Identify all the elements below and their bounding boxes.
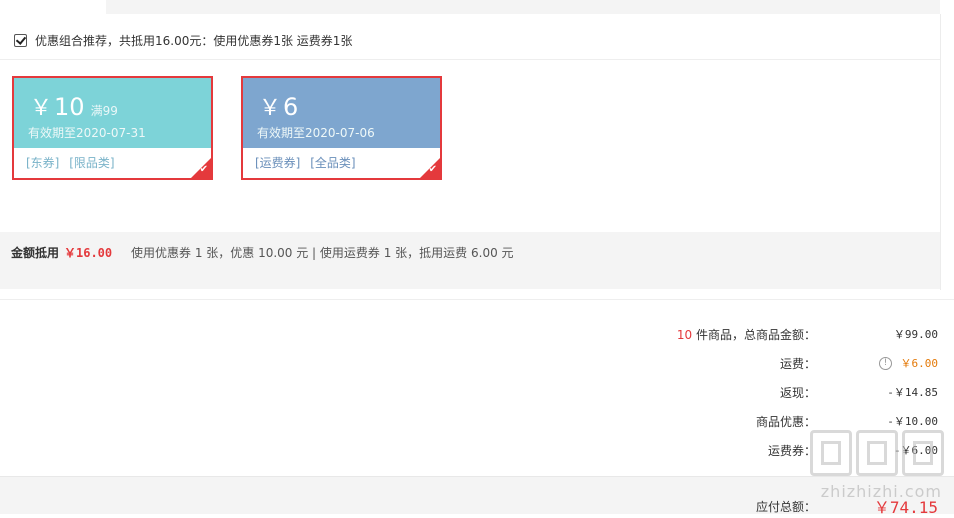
coupon-validity: 有效期至2020-07-31 — [28, 126, 146, 140]
coupon-tag: [全品类] — [310, 156, 356, 170]
coupon-amount: ￥ 6 — [259, 90, 298, 122]
total-row-items: 10 件商品，总商品金额： ￥99.00 — [0, 326, 954, 342]
total-row-discount: 商品优惠： -￥10.00 — [0, 413, 954, 429]
total-row-cashback: 返现： -￥14.85 — [0, 384, 954, 400]
coupon-tag: [东券] — [26, 156, 60, 170]
coupon-card-1[interactable]: ￥ 10 满99 有效期至2020-07-31 [东券] [限品类] ✔ — [12, 76, 213, 180]
coupon-condition: 满99 — [90, 104, 118, 118]
shipping-label: 运费： — [779, 357, 816, 371]
info-icon[interactable]: ! — [879, 357, 892, 370]
payable-label: 应付总额： — [755, 500, 816, 514]
currency-symbol: ￥ — [259, 96, 282, 121]
check-icon: ✔ — [428, 164, 437, 175]
currency-symbol: ￥ — [30, 96, 53, 121]
coupon-value: 10 — [54, 93, 85, 121]
divider — [0, 59, 940, 60]
items-count: 10 — [676, 328, 693, 342]
coupon-card-2[interactable]: ￥ 6 有效期至2020-07-06 [运费券] [全品类] ✔ — [241, 76, 442, 180]
watermark-glyph — [902, 430, 944, 476]
watermark-glyph — [810, 430, 852, 476]
coupon-tag: [限品类] — [69, 156, 115, 170]
summary-detail: 使用优惠券 1 张，优惠 10.00 元 | 使用运费券 1 张，抵用运费 6.… — [131, 246, 514, 260]
combo-recommendation[interactable]: 优惠组合推荐，共抵用16.00元：使用优惠券1张 运费券1张 — [14, 30, 352, 50]
cashback-label: 返现： — [779, 386, 816, 400]
shipping-value: ￥6.00 — [900, 357, 939, 370]
items-label: 10 件商品，总商品金额： — [677, 326, 816, 343]
combo-checkbox[interactable] — [14, 33, 27, 47]
watermark: zhizhizhi.com — [810, 430, 946, 513]
discount-summary: 金额抵用 ￥16.00 使用优惠券 1 张，优惠 10.00 元 | 使用运费券… — [0, 232, 940, 289]
coupon-tags: [东券] [限品类] — [26, 154, 121, 171]
total-row-shipping: 运费： ! ￥6.00 — [0, 355, 954, 371]
cashback-value: -￥14.85 — [887, 386, 938, 399]
summary-amount: ￥16.00 — [64, 246, 113, 260]
watermark-text: zhizhizhi.com — [820, 482, 942, 501]
discount-label: 商品优惠： — [755, 415, 816, 429]
coupon-value: 6 — [283, 93, 299, 121]
summary-label: 金额抵用 — [11, 246, 60, 260]
coupon-face: ￥ 6 有效期至2020-07-06 — [243, 78, 440, 148]
coupon-tags: [运费券] [全品类] — [255, 154, 362, 171]
items-label-text: 件商品，总商品金额： — [692, 328, 816, 342]
coupon-amount: ￥ 10 满99 — [30, 90, 118, 122]
coupon-validity: 有效期至2020-07-06 — [257, 126, 375, 140]
watermark-glyph — [856, 430, 898, 476]
discount-value: -￥10.00 — [887, 415, 938, 428]
items-value: ￥99.00 — [893, 328, 938, 341]
coupon-face: ￥ 10 满99 有效期至2020-07-31 — [14, 78, 211, 148]
watermark-logo — [806, 430, 944, 476]
combo-text: 优惠组合推荐，共抵用16.00元：使用优惠券1张 运费券1张 — [35, 33, 353, 48]
top-strip — [106, 0, 940, 14]
coupon-tag: [运费券] — [255, 156, 301, 170]
check-icon: ✔ — [199, 164, 208, 175]
